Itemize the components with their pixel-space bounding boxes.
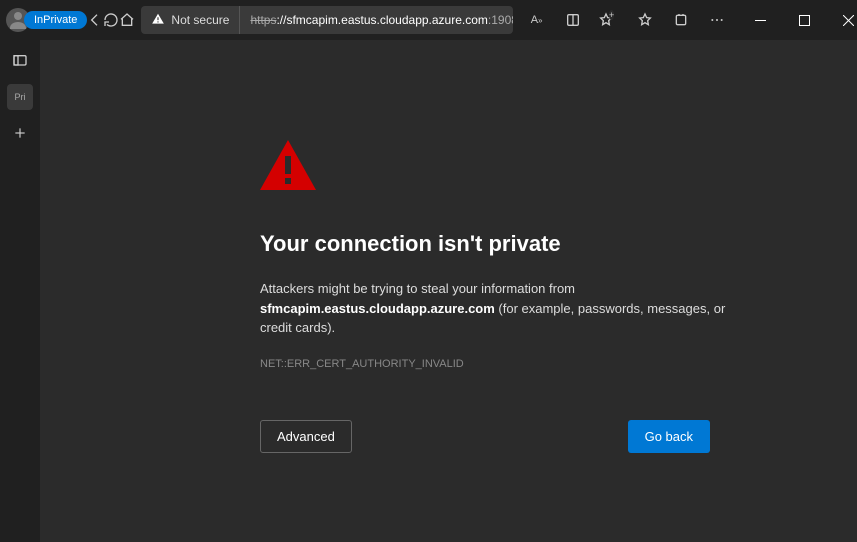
url-port: :19080 xyxy=(488,13,513,27)
new-tab-button[interactable] xyxy=(7,120,33,146)
refresh-button[interactable] xyxy=(103,3,119,37)
url-text[interactable]: https://sfmcapim.eastus.cloudapp.azure.c… xyxy=(239,6,512,34)
profile-section[interactable]: InPrivate xyxy=(4,8,87,32)
error-code: NET::ERR_CERT_AUTHORITY_INVALID xyxy=(260,358,857,370)
more-button[interactable] xyxy=(699,3,735,37)
home-button[interactable] xyxy=(119,3,135,37)
page-title: Your connection isn't private xyxy=(260,231,857,257)
url-scheme: https xyxy=(250,13,276,27)
favorites-add-button[interactable]: + xyxy=(591,3,627,37)
tab-label: Pri xyxy=(15,92,26,102)
url-host: ://sfmcapim.eastus.cloudapp.azure.com xyxy=(276,13,487,27)
button-row: Advanced Go back xyxy=(260,420,710,453)
security-label: Not secure xyxy=(171,13,229,27)
tab-actions-button[interactable] xyxy=(7,48,33,74)
vertical-tabs-sidebar: Pri xyxy=(0,40,40,542)
warning-triangle-icon xyxy=(151,12,165,29)
address-bar[interactable]: Not secure https://sfmcapim.eastus.cloud… xyxy=(141,6,512,34)
site-security-chip[interactable]: Not secure xyxy=(141,6,239,34)
close-button[interactable] xyxy=(827,3,857,37)
read-aloud-button[interactable]: A» xyxy=(519,3,555,37)
warning-description: Attackers might be trying to steal your … xyxy=(260,279,740,338)
collections-button[interactable] xyxy=(663,3,699,37)
maximize-button[interactable] xyxy=(783,3,827,37)
back-button[interactable] xyxy=(87,3,103,37)
tab-item-1[interactable]: Pri xyxy=(7,84,33,110)
go-back-button[interactable]: Go back xyxy=(628,420,710,453)
minimize-button[interactable] xyxy=(739,3,783,37)
warning-prefix: Attackers might be trying to steal your … xyxy=(260,281,575,296)
advanced-button[interactable]: Advanced xyxy=(260,420,352,453)
extensions-button[interactable] xyxy=(555,3,591,37)
browser-titlebar: InPrivate Not secure https://sfmcapim.ea… xyxy=(0,0,857,40)
warning-icon xyxy=(260,140,857,195)
ssl-error-page: Your connection isn't private Attackers … xyxy=(40,40,857,542)
toolbar-right: A» + xyxy=(519,3,735,37)
warning-domain: sfmcapim.eastus.cloudapp.azure.com xyxy=(260,301,495,316)
window-controls xyxy=(739,3,857,37)
favorites-button[interactable] xyxy=(627,3,663,37)
inprivate-badge: InPrivate xyxy=(24,11,87,29)
